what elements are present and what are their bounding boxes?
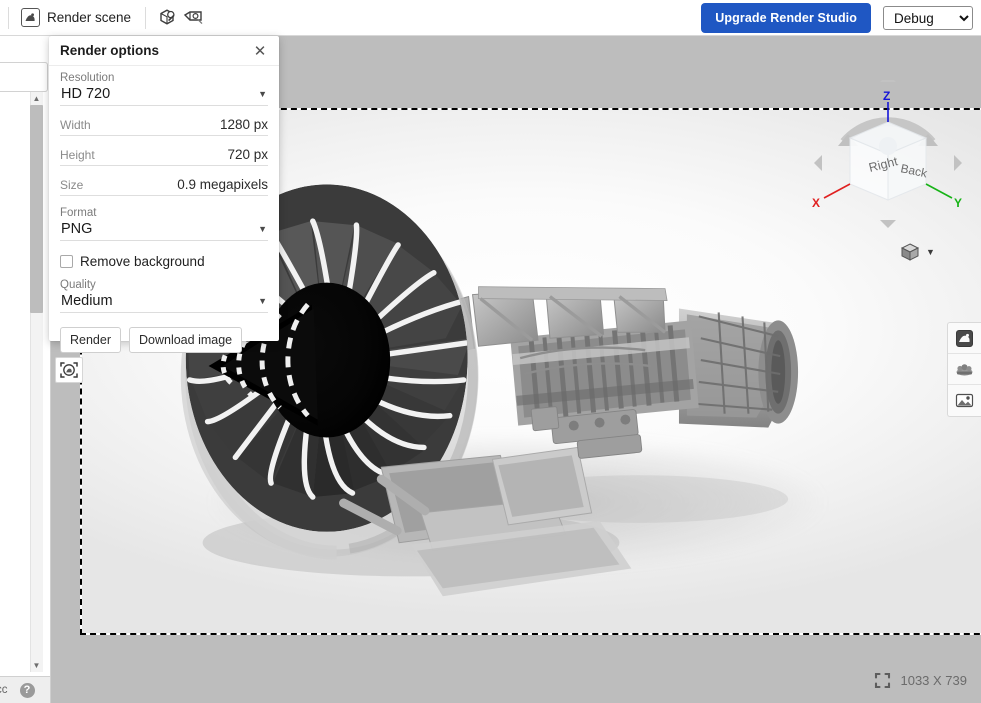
chevron-down-icon: ▼ — [258, 89, 267, 99]
render-preview-icon[interactable] — [948, 323, 981, 354]
left-side-panel: 0 1 2 3 4 5 6 7 8 9 ▲ ▼ cc ? — [0, 36, 51, 703]
left-panel-status-bar: cc ? — [0, 676, 50, 703]
top-toolbar: Render scene Upgrade Render Studio Debug — [0, 0, 981, 36]
caret-down-icon[interactable]: ▼ — [30, 659, 43, 672]
width-label: Width — [60, 118, 91, 132]
format-select[interactable]: PNG ▼ — [60, 220, 268, 241]
projection-mode-control[interactable]: ▼ — [899, 241, 935, 263]
render-options-body: Resolution HD 720 ▼ Width 1280 px Height… — [49, 66, 279, 353]
toolbar-right-group: Upgrade Render Studio Debug — [701, 2, 981, 33]
chevron-down-icon: ▼ — [258, 224, 267, 234]
quality-field: Quality Medium ▼ — [60, 279, 268, 313]
caret-up-icon[interactable]: ▲ — [30, 92, 43, 105]
upgrade-render-studio-button[interactable]: Upgrade Render Studio — [701, 2, 871, 33]
width-value: 1280 px — [219, 117, 268, 132]
resolution-select[interactable]: HD 720 ▼ — [60, 85, 268, 106]
height-field[interactable]: Height 720 px — [60, 147, 268, 166]
render-options-header: Render options ✕ — [49, 36, 279, 66]
checkbox-box — [60, 255, 73, 268]
viewcube-arrow-up[interactable] — [880, 74, 896, 82]
dimensions-label: 1033 X 739 — [900, 673, 967, 688]
panel-title: Render options — [60, 43, 160, 58]
viewcube-arrow-down[interactable] — [880, 220, 896, 228]
resolution-field: Resolution HD 720 ▼ — [60, 72, 268, 106]
render-scene-icon — [21, 8, 40, 27]
fullscreen-icon[interactable] — [874, 672, 891, 689]
viewcube-arrow-left[interactable] — [814, 155, 822, 171]
render-scene-label: Render scene — [47, 10, 132, 25]
material-render-icon[interactable] — [154, 6, 180, 30]
toolbar-divider — [8, 6, 9, 29]
chevron-down-icon: ▼ — [926, 247, 935, 257]
format-label: Format — [60, 207, 97, 219]
mode-select[interactable]: Debug — [883, 5, 973, 30]
quality-value: Medium — [61, 293, 113, 309]
size-value: 0.9 megapixels — [177, 177, 268, 192]
render-options-panel: Render options ✕ Resolution HD 720 ▼ Wid… — [49, 36, 279, 353]
left-panel-scroll-thumb[interactable] — [30, 105, 43, 313]
capture-render-button[interactable] — [55, 357, 83, 383]
quality-select[interactable]: Medium ▼ — [60, 292, 268, 313]
view-cube-navigator[interactable]: Right Back Z X Y — [808, 74, 968, 240]
viewcube-axis-z: Z — [883, 89, 890, 103]
image-background-icon[interactable] — [948, 385, 981, 416]
camera-icon[interactable] — [180, 6, 206, 30]
viewcube-arrow-right[interactable] — [954, 155, 962, 171]
environment-icon[interactable] — [948, 354, 981, 385]
resolution-label: Resolution — [60, 72, 115, 84]
render-button[interactable]: Render — [60, 327, 121, 353]
resolution-value: HD 720 — [61, 86, 111, 102]
remove-background-label: Remove background — [80, 254, 205, 269]
render-scene-button[interactable]: Render scene — [17, 5, 137, 30]
format-field: Format PNG ▼ — [60, 207, 268, 241]
capture-render-icon — [60, 362, 78, 378]
close-icon[interactable]: ✕ — [249, 40, 271, 62]
status-text: cc — [0, 684, 8, 696]
size-label: Size — [60, 178, 84, 192]
viewcube-axis-y: Y — [954, 196, 962, 210]
format-value: PNG — [61, 221, 93, 237]
download-image-button[interactable]: Download image — [129, 327, 243, 353]
viewport-dimensions-status: 1033 X 739 — [874, 672, 967, 689]
render-options-actions: Render Download image — [60, 327, 268, 353]
width-field[interactable]: Width 1280 px — [60, 117, 268, 136]
viewcube-axis-x: X — [812, 196, 820, 210]
chevron-down-icon: ▼ — [258, 296, 267, 306]
quality-label: Quality — [60, 279, 96, 291]
app-root: Right Back Z X Y ▼ 1033 X 739 ▲ ▼ c ? Re… — [0, 0, 981, 703]
height-value: 720 px — [227, 147, 268, 162]
height-label: Height — [60, 148, 95, 162]
toolbar-divider-2 — [145, 6, 147, 29]
left-panel-input[interactable] — [0, 62, 48, 92]
help-icon[interactable]: ? — [19, 682, 35, 698]
size-field: Size 0.9 megapixels — [60, 177, 268, 196]
remove-background-checkbox[interactable]: Remove background — [60, 254, 268, 269]
viewport-right-toolbar — [947, 322, 981, 417]
cube-projection-icon — [900, 243, 920, 261]
